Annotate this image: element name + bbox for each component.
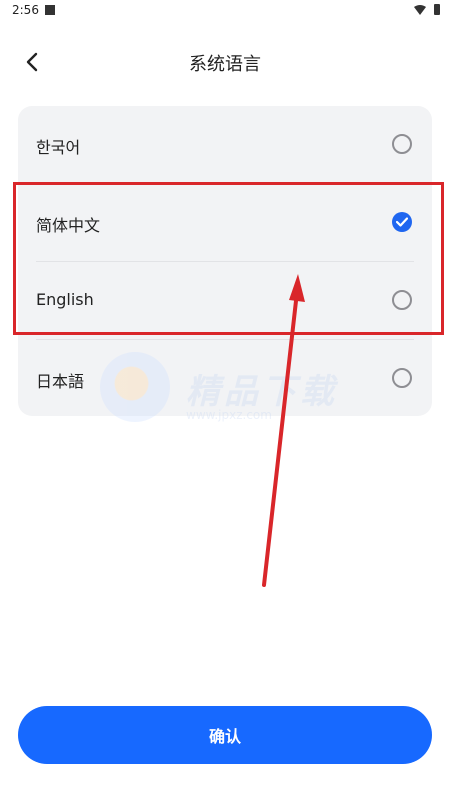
radio-unchecked-icon[interactable]	[392, 134, 412, 154]
language-label: 한국어	[36, 138, 81, 157]
radio-unchecked-icon[interactable]	[392, 290, 412, 310]
status-time: 2:56	[12, 3, 39, 17]
language-option-english[interactable]: English	[18, 262, 432, 340]
radio-checked-icon[interactable]	[392, 212, 412, 232]
wifi-icon	[414, 5, 426, 15]
language-list: 한국어 简体中文 English 日本語	[18, 106, 432, 416]
checkmark-icon	[396, 217, 408, 227]
header: 系统语言	[0, 40, 450, 84]
page-title: 系统语言	[189, 54, 261, 75]
battery-icon	[434, 4, 440, 15]
language-option-simplified-chinese[interactable]: 简体中文	[18, 184, 432, 262]
confirm-button[interactable]: 确认	[18, 706, 432, 764]
language-label: 简体中文	[36, 216, 101, 235]
language-label: 日本語	[36, 372, 85, 391]
language-option-japanese[interactable]: 日本語	[18, 340, 432, 418]
language-option-korean[interactable]: 한국어	[18, 106, 432, 184]
radio-unchecked-icon[interactable]	[392, 368, 412, 388]
notification-icon	[45, 5, 55, 15]
status-bar: 2:56	[0, 0, 450, 22]
language-label: English	[36, 290, 94, 309]
language-settings-screen: 2:56 系统语言 한국어 简体中文 English 日本語 精品下载 www.…	[0, 0, 450, 800]
